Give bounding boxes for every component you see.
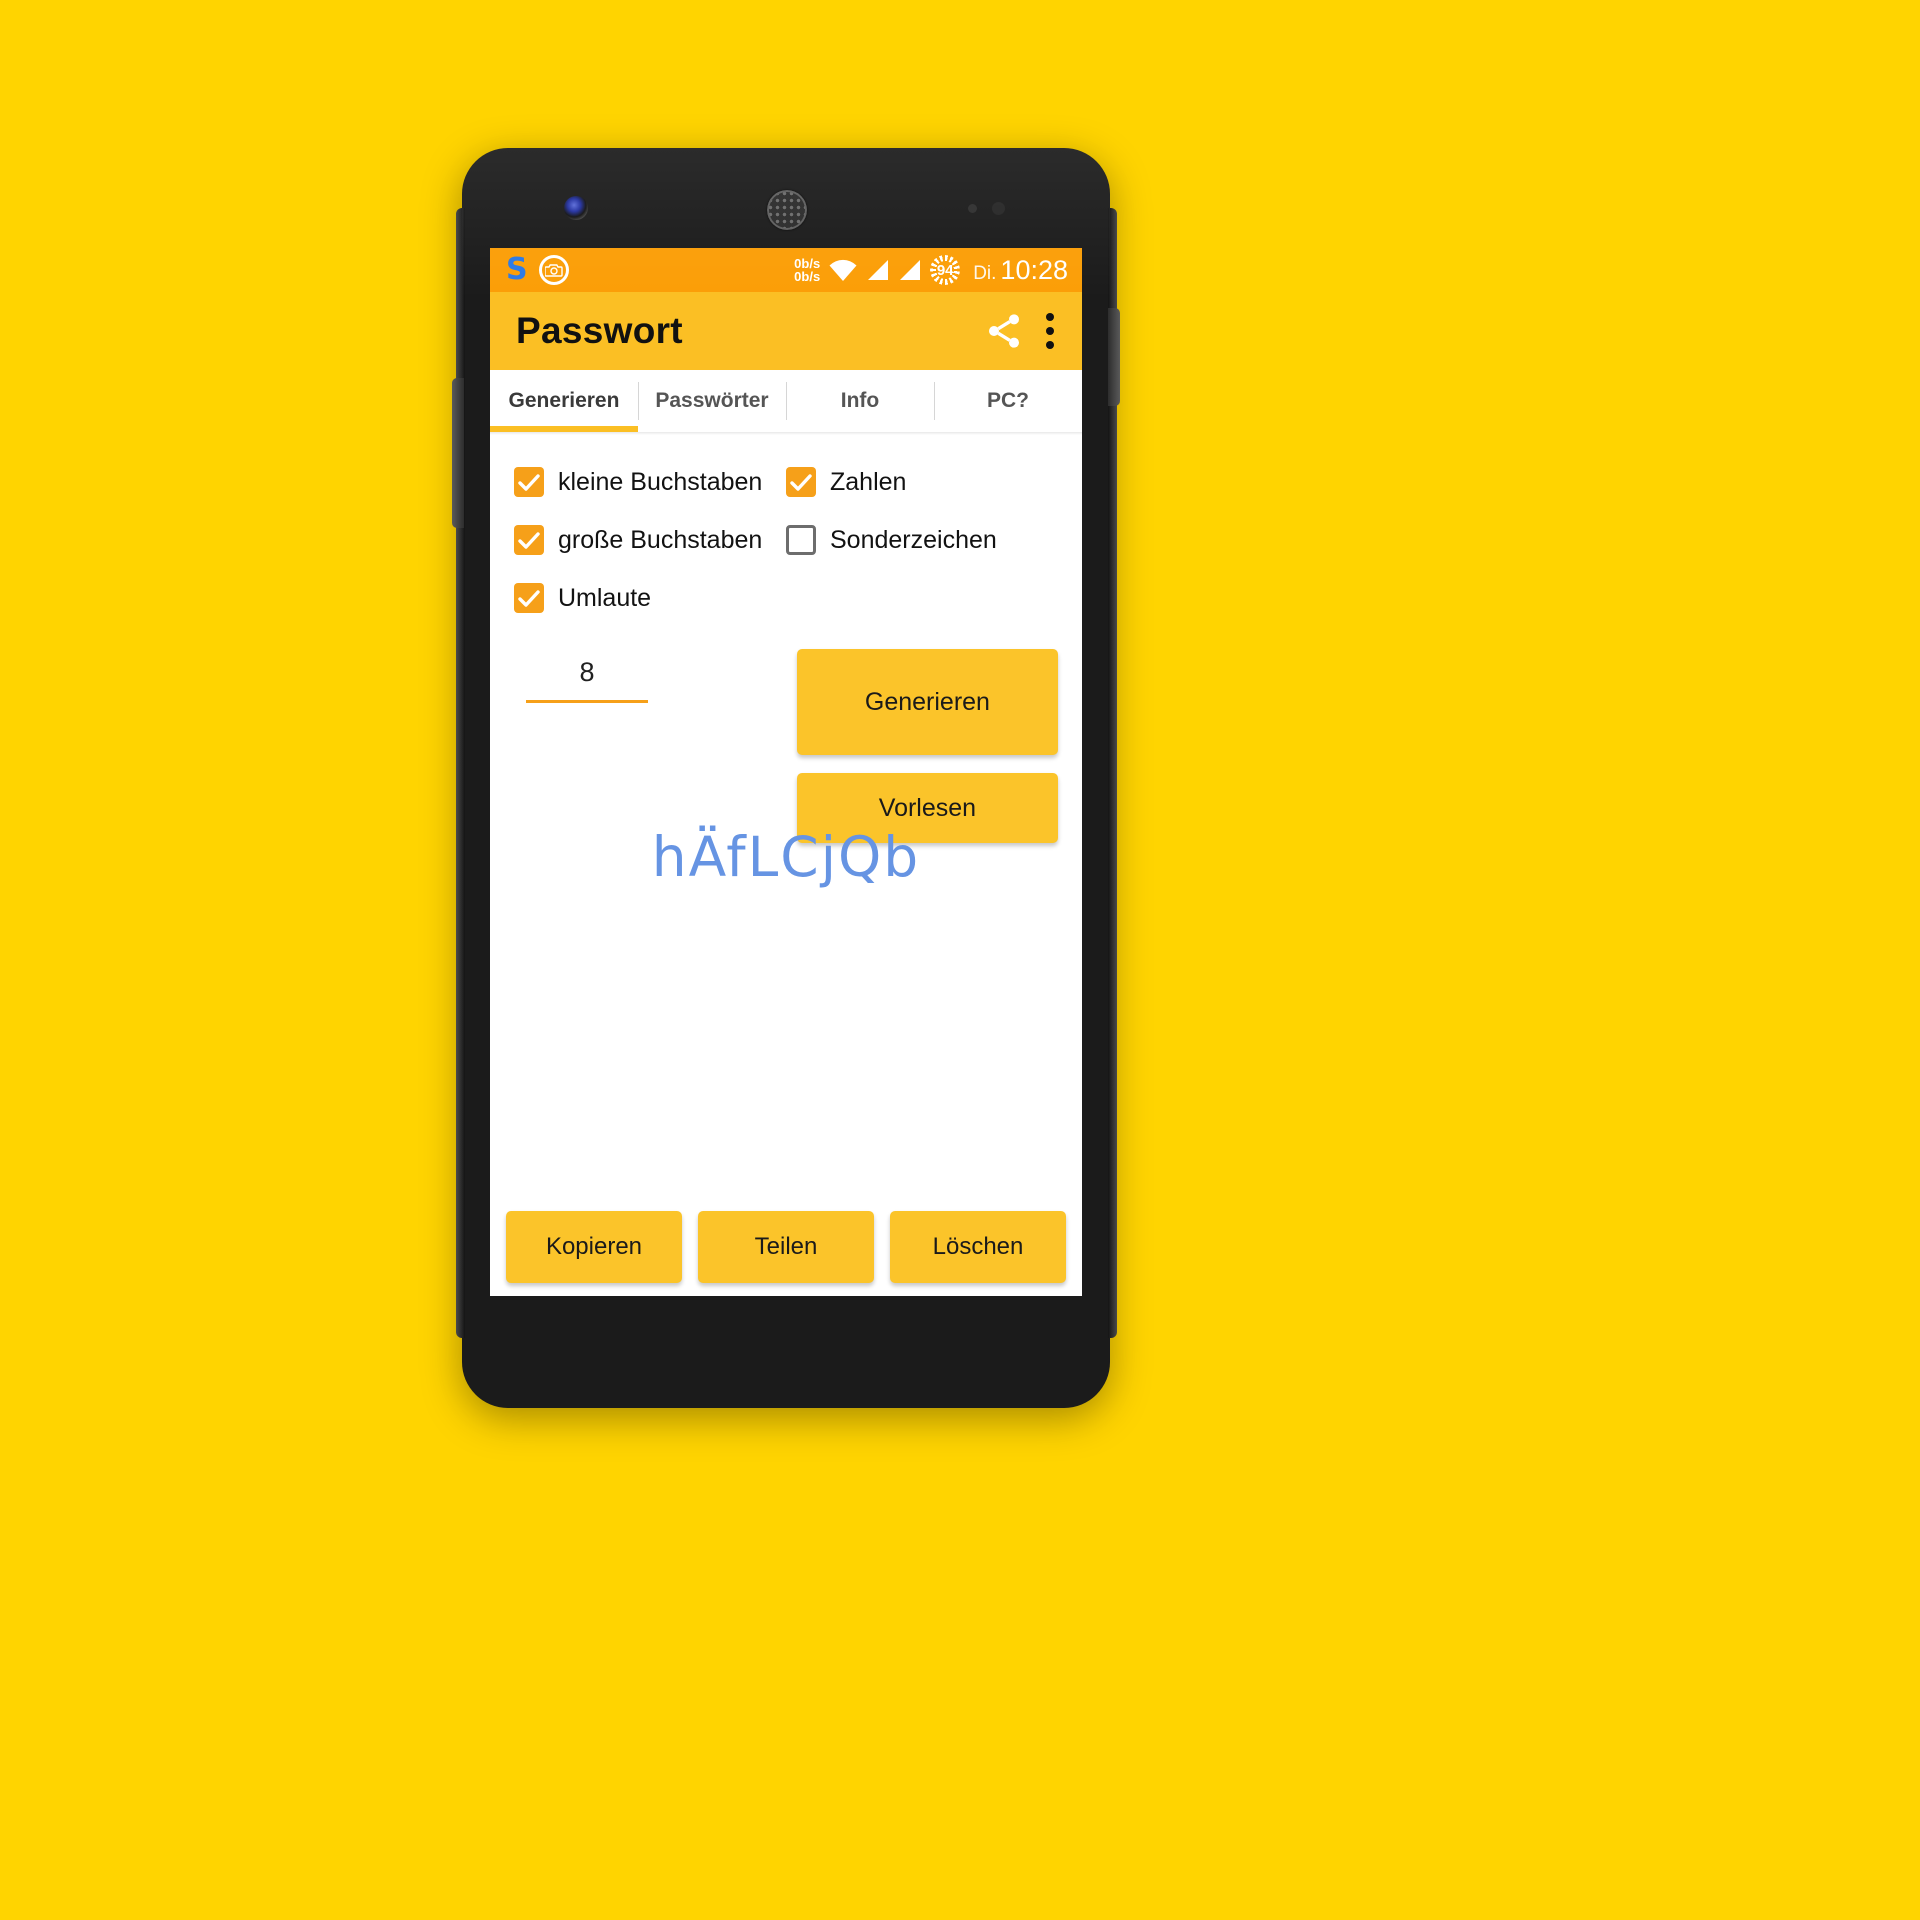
tab-pc[interactable]: PC? bbox=[934, 370, 1082, 432]
tab-info[interactable]: Info bbox=[786, 370, 934, 432]
checkbox-checked-icon[interactable] bbox=[514, 583, 544, 613]
battery-percent-label: 94 bbox=[936, 261, 954, 279]
tab-bar: Generieren Passwörter Info PC? bbox=[490, 370, 1082, 432]
option-row: kleine Buchstaben Zahlen bbox=[514, 467, 1058, 497]
option-umlaute[interactable]: Umlaute bbox=[514, 583, 786, 613]
generated-password-text[interactable]: hÄfLCjQb bbox=[652, 825, 920, 889]
share-button[interactable]: Teilen bbox=[698, 1211, 874, 1283]
light-sensor-icon bbox=[992, 202, 1005, 215]
front-camera-icon bbox=[564, 196, 588, 220]
page-title: Passwort bbox=[516, 310, 683, 351]
status-bar-system-icons: 0b/s 0b/s 94 Di. 10:28 bbox=[794, 255, 1068, 286]
screenshot-camera-icon bbox=[538, 255, 569, 285]
length-and-actions: 8 Generieren Vorlesen bbox=[490, 641, 1082, 843]
wifi-full-icon bbox=[829, 259, 857, 281]
s-app-icon: S bbox=[506, 252, 528, 287]
tab-label: Generieren bbox=[508, 389, 620, 412]
password-length-input[interactable]: 8 bbox=[526, 657, 648, 703]
app-bar: Passwort bbox=[490, 292, 1082, 370]
option-grosse-buchstaben[interactable]: große Buchstaben bbox=[514, 525, 786, 555]
power-button[interactable] bbox=[1108, 308, 1120, 406]
signal-bars-icon bbox=[900, 260, 921, 280]
checkbox-checked-icon[interactable] bbox=[514, 525, 544, 555]
time-label: 10:28 bbox=[1000, 254, 1068, 285]
primary-actions: Generieren Vorlesen bbox=[796, 649, 1058, 843]
option-empty-slot bbox=[786, 583, 1058, 613]
option-sonderzeichen[interactable]: Sonderzeichen bbox=[786, 525, 1058, 555]
tab-label: Info bbox=[840, 389, 880, 412]
status-bar-clock: Di. 10:28 bbox=[973, 255, 1068, 286]
generate-tab-content: kleine Buchstaben Zahlen große Buchstabe… bbox=[490, 435, 1082, 1296]
bottom-action-bar: Kopieren Teilen Löschen bbox=[490, 1211, 1082, 1283]
option-label: Umlaute bbox=[558, 583, 652, 612]
copy-button[interactable]: Kopieren bbox=[506, 1211, 682, 1283]
option-label: große Buchstaben bbox=[558, 525, 763, 554]
delete-button[interactable]: Löschen bbox=[890, 1211, 1066, 1283]
share-icon[interactable] bbox=[984, 311, 1024, 351]
proximity-sensor-icon bbox=[968, 204, 977, 213]
tab-label: Passwörter bbox=[655, 389, 769, 412]
weekday-label: Di. bbox=[973, 262, 997, 284]
option-kleine-buchstaben[interactable]: kleine Buchstaben bbox=[514, 467, 786, 497]
checkbox-unchecked-icon[interactable] bbox=[786, 525, 816, 555]
generate-button[interactable]: Generieren bbox=[796, 649, 1058, 755]
status-bar-notification-icons: S bbox=[506, 255, 569, 285]
length-field-wrapper: 8 bbox=[514, 649, 797, 843]
option-zahlen[interactable]: Zahlen bbox=[786, 467, 1058, 497]
option-label: Zahlen bbox=[830, 467, 907, 496]
checkbox-checked-icon[interactable] bbox=[786, 467, 816, 497]
tab-label: PC? bbox=[987, 389, 1029, 412]
option-row: Umlaute bbox=[514, 583, 1058, 613]
tab-passwoerter[interactable]: Passwörter bbox=[638, 370, 786, 432]
volume-button[interactable] bbox=[452, 378, 464, 528]
signal-bars-icon bbox=[868, 260, 889, 280]
option-label: Sonderzeichen bbox=[830, 525, 997, 554]
earpiece-speaker-icon bbox=[767, 190, 807, 230]
tab-generieren[interactable]: Generieren bbox=[490, 370, 638, 432]
network-speed-indicator: 0b/s 0b/s bbox=[794, 257, 820, 283]
phone-screen: S 0b/s 0b/s 94 Di. 10:28 Passwort Generi… bbox=[490, 248, 1082, 1296]
phone-device: S 0b/s 0b/s 94 Di. 10:28 Passwort Generi… bbox=[452, 148, 1120, 1408]
character-options: kleine Buchstaben Zahlen große Buchstabe… bbox=[490, 453, 1082, 613]
network-speed-down: 0b/s bbox=[794, 269, 821, 284]
generated-password-area: hÄfLCjQb bbox=[490, 825, 1082, 889]
option-label: kleine Buchstaben bbox=[558, 467, 763, 496]
option-row: große Buchstaben Sonderzeichen bbox=[514, 525, 1058, 555]
overflow-menu-icon[interactable] bbox=[1046, 313, 1054, 349]
battery-percent-icon: 94 bbox=[930, 255, 961, 285]
tab-active-indicator bbox=[490, 426, 638, 432]
checkbox-checked-icon[interactable] bbox=[514, 467, 544, 497]
status-bar[interactable]: S 0b/s 0b/s 94 Di. 10:28 bbox=[490, 248, 1082, 292]
